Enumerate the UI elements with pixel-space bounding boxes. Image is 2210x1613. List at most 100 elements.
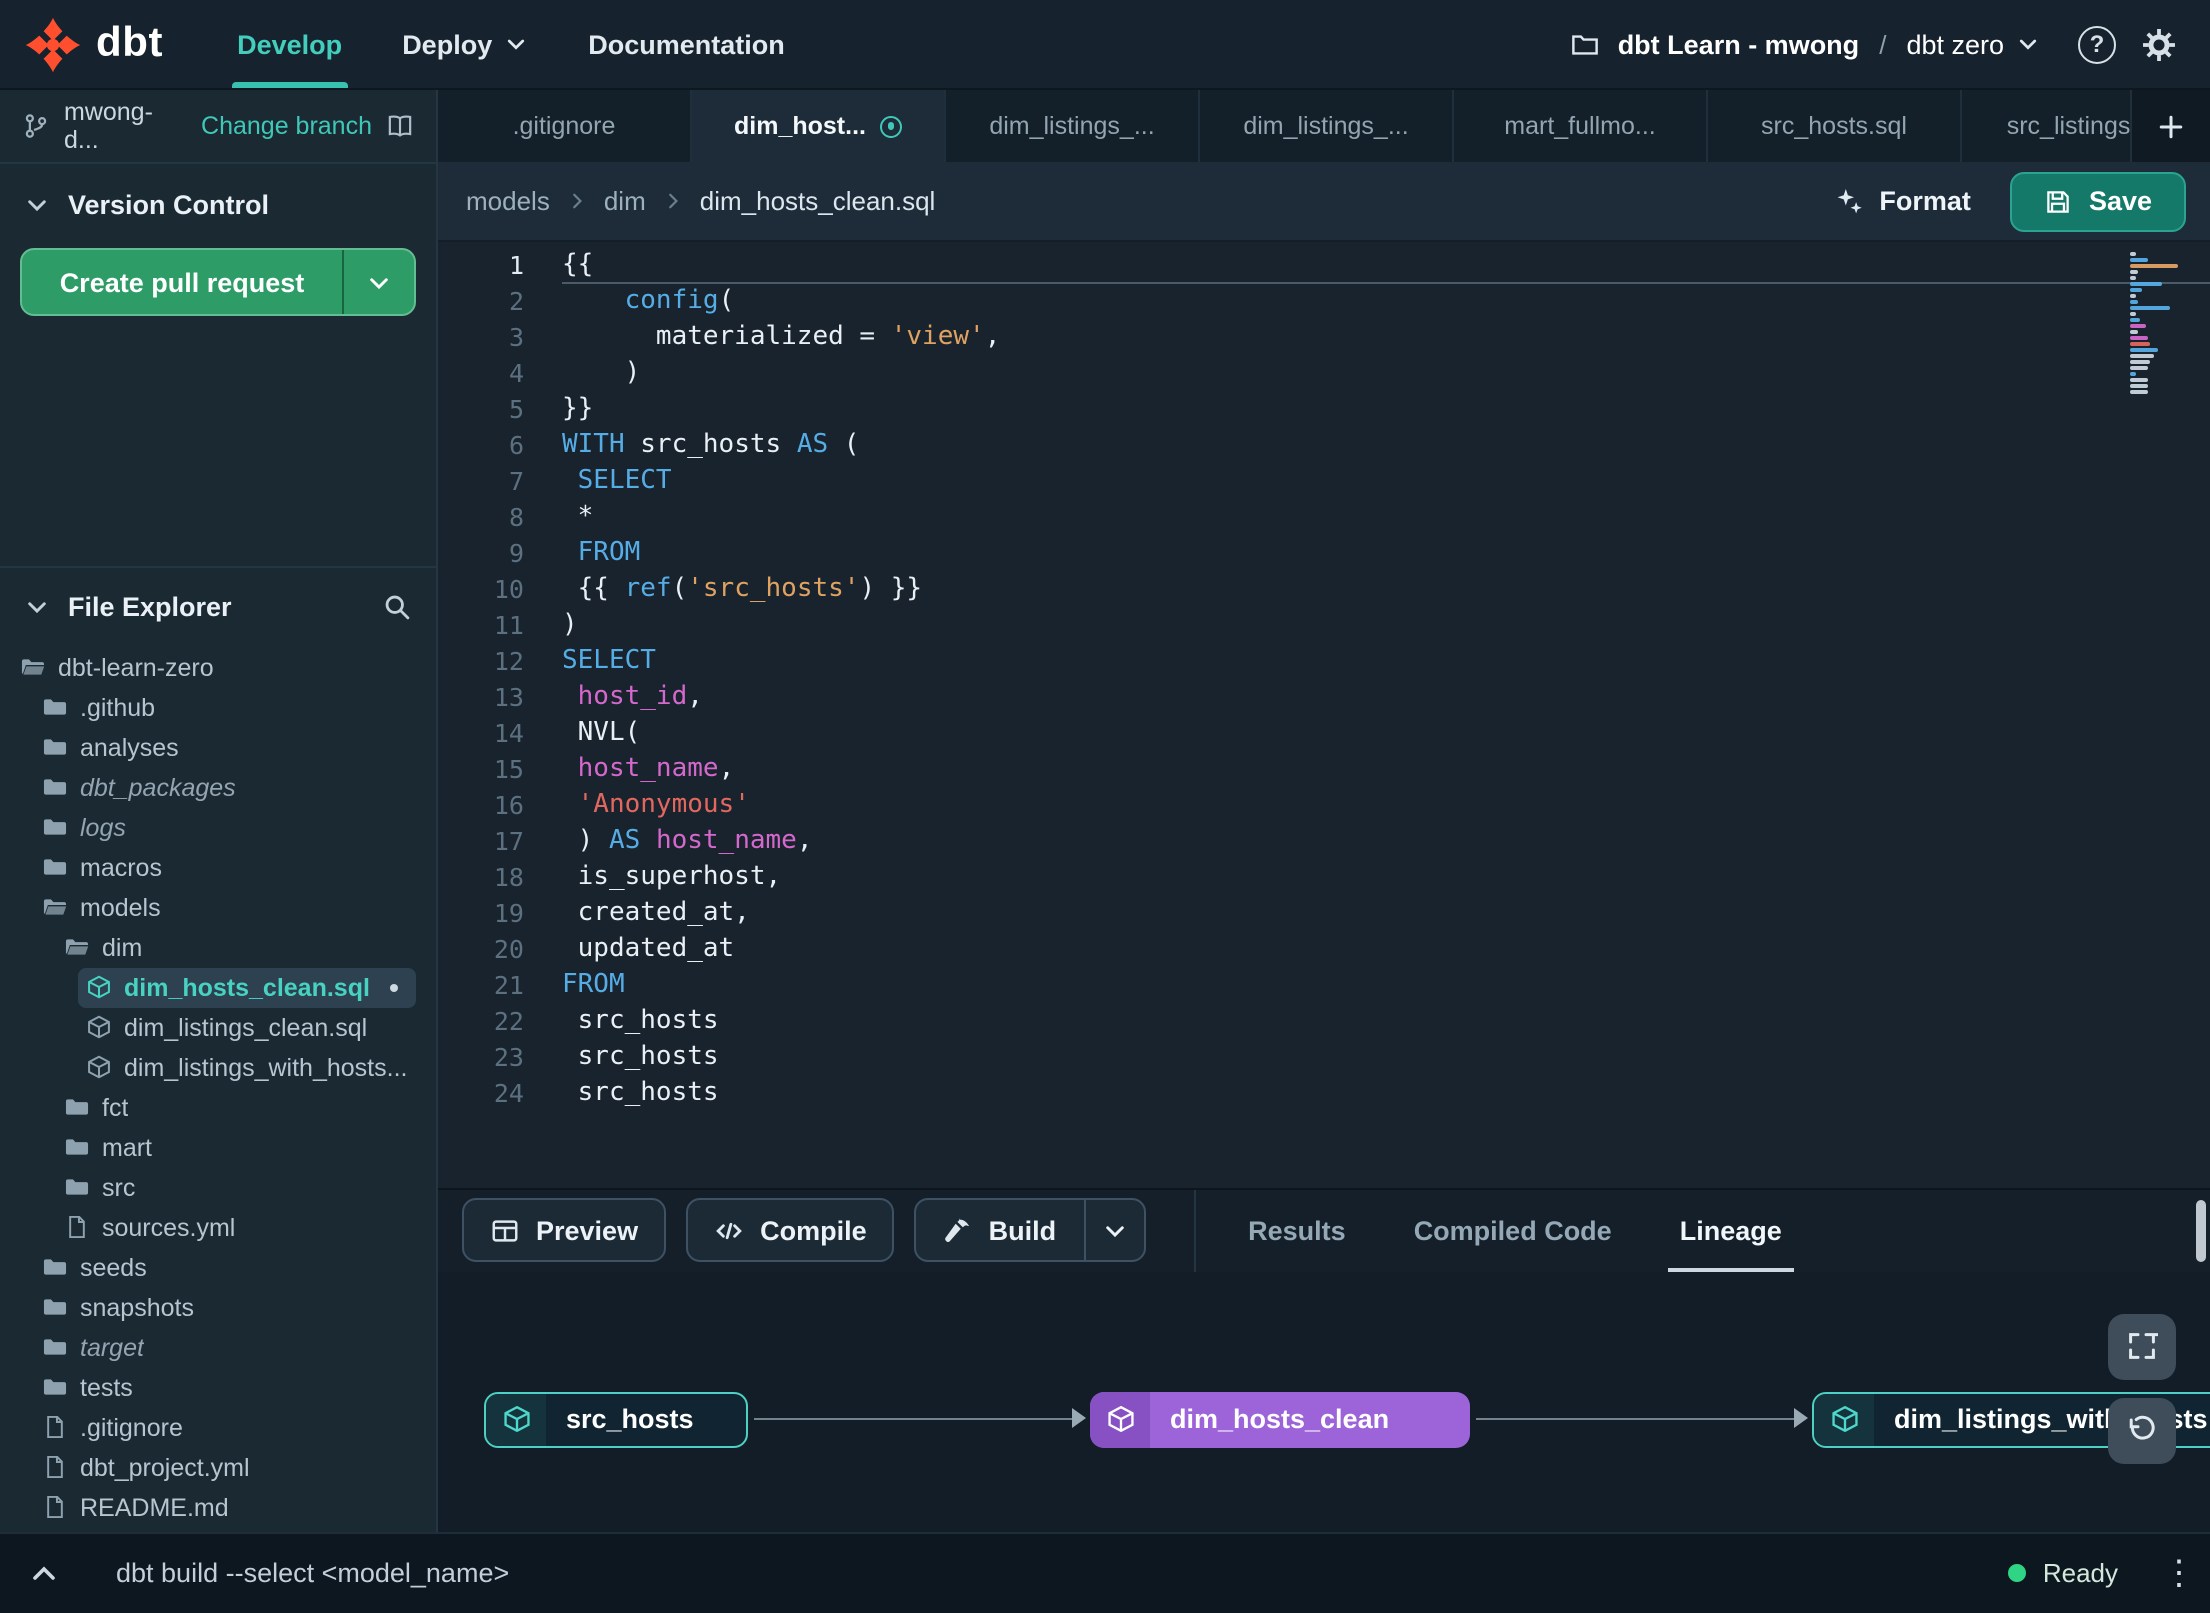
tree-item-label: dim_listings_clean.sql [124,1013,368,1041]
code-line: SELECT [577,466,672,496]
tree-folder-src[interactable]: src [0,1167,436,1207]
fullscreen-button[interactable] [2108,1313,2176,1379]
line-number: 12 [493,646,524,676]
tree-item-label: macros [80,853,162,881]
minimap-line [2130,276,2136,280]
version-control-header[interactable]: Version Control [0,164,436,246]
code-line: WITH src_hosts AS ( [562,430,860,460]
tab-mart-fullmo[interactable]: mart_fullmo... [1454,90,1708,162]
result-tab-compiled-code[interactable]: Compiled Code [1414,1189,1612,1271]
docs-book-icon[interactable] [386,112,414,140]
breadcrumb-item[interactable]: dim [604,186,646,216]
format-button[interactable]: Format [1833,186,1971,216]
settings-gear-icon[interactable] [2140,25,2178,63]
tree-folder-logs[interactable]: logs [0,807,436,847]
brand-name: dbt [96,20,164,66]
tree-folder-target[interactable]: target [0,1327,436,1367]
code-area[interactable]: {{ config( materialized = 'view', )}} WIT… [562,248,2210,1187]
pr-dropdown-button[interactable] [342,250,414,314]
line-number: 1 [508,250,524,280]
result-tab-label: Lineage [1679,1215,1782,1245]
tab-src-hosts-sql[interactable]: src_hosts.sql [1708,90,1962,162]
chevron-up-icon[interactable] [28,1557,60,1589]
line-number: 2 [508,286,524,316]
tab-gitignore[interactable]: .gitignore [438,90,692,162]
build-button[interactable]: Build [914,1198,1147,1262]
line-number: 3 [508,322,524,352]
file-explorer-header[interactable]: File Explorer [0,565,436,647]
tree-file-dim-listings-clean-sql[interactable]: dim_listings_clean.sql [0,1007,436,1047]
tree-folder-tests[interactable]: tests [0,1367,436,1407]
command-input[interactable]: dbt build --select <model_name> [116,1558,509,1588]
save-button[interactable]: Save [2010,171,2186,231]
tab-label: .gitignore [512,112,616,140]
tree-folder-seeds[interactable]: seeds [0,1247,436,1287]
breadcrumb-item[interactable]: dim_hosts_clean.sql [700,186,936,216]
reset-view-button[interactable] [2108,1397,2176,1463]
code-editor[interactable]: 1 2 3 4 5 6 7 8 9 10 11 12 13 14 15 16 17 18 19 20 21 22 23 24 … [438,242,2210,1187]
line-number: 4 [508,358,524,388]
tab-dim-listings[interactable]: dim_listings_... [946,90,1200,162]
tree-folder-github[interactable]: .github [0,687,436,727]
tree-folder-dim[interactable]: dim [0,927,436,967]
tree-folder-dbt-learn-zero[interactable]: dbt-learn-zero [0,647,436,687]
nav-item-documentation[interactable]: Documentation [558,0,815,88]
dbt-cloud-ide: dbt Develop Deploy Documentation dbt Learn… [0,0,2210,1613]
tree-item-label: .gitignore [80,1413,183,1441]
format-label: Format [1879,186,1971,216]
scrollbar-thumb[interactable] [2196,1199,2206,1261]
model-cube-icon [1814,1393,1874,1445]
result-tab-results[interactable]: Results [1248,1189,1346,1271]
minimap-line [2130,366,2149,370]
help-button[interactable] [2078,25,2116,63]
tree-folder-analyses[interactable]: analyses [0,727,436,767]
tree-folder-snapshots[interactable]: snapshots [0,1287,436,1327]
tab-dim-listings[interactable]: dim_listings_... [1200,90,1454,162]
preview-button[interactable]: Preview [462,1198,667,1262]
lineage-node-dim-hosts-clean[interactable]: dim_hosts_clean [1090,1391,1470,1447]
minimap[interactable] [2130,252,2184,396]
tree-file-gitignore[interactable]: .gitignore [0,1407,436,1447]
search-icon[interactable] [382,592,412,622]
code-line: 'Anonymous' [577,790,750,820]
dbt-logo[interactable]: dbt [24,15,163,73]
status-label: Ready [2042,1558,2118,1588]
tree-file-dim-hosts-clean-sql[interactable]: dim_hosts_clean.sql [78,967,416,1007]
tree-folder-fct[interactable]: fct [0,1087,436,1127]
create-pull-request-button[interactable]: Create pull request [20,248,416,316]
tree-folder-dbt-packages[interactable]: dbt_packages [0,767,436,807]
file-icon [64,1214,90,1240]
tree-folder-mart[interactable]: mart [0,1127,436,1167]
model-cube-icon [1090,1391,1150,1447]
compile-button[interactable]: Compile [686,1198,895,1262]
tab-src-listings-sql[interactable]: src_listings.sql [1962,90,2130,162]
change-branch-link[interactable]: Change branch [201,112,372,140]
tree-file-dim-listings-with-hosts[interactable]: dim_listings_with_hosts... [0,1047,436,1087]
tree-folder-models[interactable]: models [0,887,436,927]
tree-file-readme-md[interactable]: README.md [0,1487,436,1527]
new-tab-button[interactable] [2130,90,2210,162]
lineage-panel: src_hosts dim_hosts_clean dim_listings_wit… [438,1271,2210,1531]
tree-file-sources-yml[interactable]: sources.yml [0,1207,436,1247]
tree-folder-macros[interactable]: macros [0,847,436,887]
nav-item-develop[interactable]: Develop [207,0,372,88]
breadcrumb-item[interactable]: models [466,186,550,216]
minimap-line [2130,258,2149,262]
minimap-line [2130,282,2163,286]
sparkles-icon [1833,186,1863,216]
code-line: SELECT [562,646,656,676]
tree-item-label: models [80,893,161,921]
nav-item-deploy[interactable]: Deploy [372,0,558,88]
tab-dim-host[interactable]: dim_host... [692,90,946,162]
lineage-canvas[interactable]: src_hosts dim_hosts_clean dim_listings_wit… [438,1271,2210,1531]
nav-item-label: Develop [237,29,343,59]
lineage-node-src-hosts[interactable]: src_hosts [484,1391,748,1447]
environment-selector[interactable]: dbt zero [1906,29,2040,59]
chevron-down-icon [24,192,50,218]
minimap-line [2130,348,2158,352]
result-tab-lineage[interactable]: Lineage [1667,1189,1794,1271]
build-dropdown-button[interactable] [1084,1200,1144,1260]
overflow-menu-icon[interactable] [2162,1553,2182,1593]
breadcrumb-bar: models dim dim_hosts_clean.sql Format Save [438,162,2210,242]
tree-file-dbt-project-yml[interactable]: dbt_project.yml [0,1447,436,1487]
